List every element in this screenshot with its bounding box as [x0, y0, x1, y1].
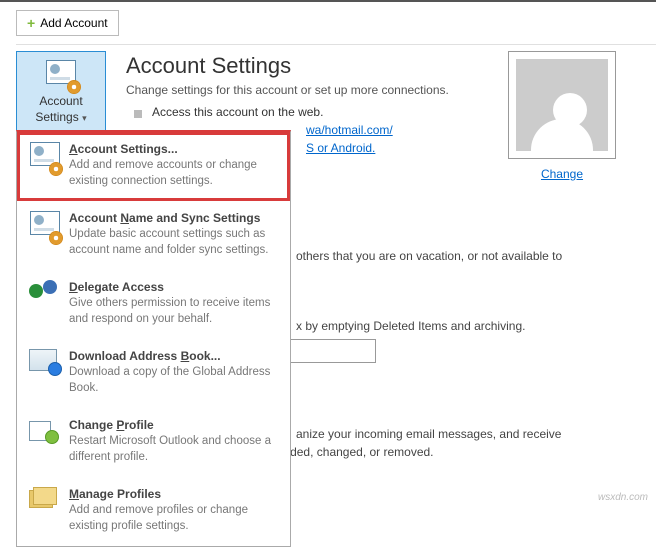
account-card-gear-icon [45, 60, 77, 90]
add-account-label: Add Account [40, 16, 107, 30]
menu-item-desc: Add and remove accounts or change existi… [69, 158, 278, 189]
chevron-down-icon: ▾ [82, 113, 87, 123]
archive-text-fragment: x by emptying Deleted Items and archivin… [296, 319, 636, 333]
profile-refresh-icon [29, 418, 59, 448]
hotmail-link[interactable]: wa/hotmail.com/ [306, 123, 393, 137]
menu-item-change-profile[interactable]: Change Profile Restart Microsoft Outlook… [17, 408, 290, 477]
avatar-image [508, 51, 616, 159]
mobile-link[interactable]: S or Android. [306, 141, 375, 155]
menu-item-download-address-book[interactable]: Download Address Book... Download a copy… [17, 339, 290, 408]
account-card-gear-icon [29, 211, 59, 241]
menu-item-desc: Restart Microsoft Outlook and choose a d… [69, 434, 278, 465]
menu-item-desc: Add and remove profiles or change existi… [69, 503, 278, 534]
menu-item-name-sync[interactable]: Account Name and Sync Settings Update ba… [17, 201, 290, 270]
folders-icon [29, 487, 59, 517]
address-book-download-icon [29, 349, 59, 379]
menu-item-desc: Update basic account settings such as ac… [69, 227, 278, 258]
menu-item-account-settings[interactable]: Account Settings... Add and remove accou… [17, 132, 290, 201]
menu-item-delegate-access[interactable]: Delegate Access Give others permission t… [17, 270, 290, 339]
vacation-text-fragment: others that you are on vacation, or not … [296, 249, 636, 263]
account-card-gear-icon [29, 142, 59, 172]
menu-item-desc: Give others permission to receive items … [69, 296, 278, 327]
account-settings-ribbon-button[interactable]: Account Settings ▾ [16, 51, 106, 132]
bullet-text-1: Access this account on the web. [152, 105, 323, 119]
people-icon [29, 280, 59, 310]
account-settings-dropdown: Account Settings... Add and remove accou… [16, 130, 291, 547]
plus-icon: + [27, 15, 35, 31]
menu-item-manage-profiles[interactable]: Manage Profiles Add and remove profiles … [17, 477, 290, 546]
watermark: wsxdn.com [598, 492, 648, 503]
rss-text-line1: anize your incoming email messages, and … [296, 427, 636, 441]
ribbon-label-line1: Account [21, 94, 101, 110]
add-account-button[interactable]: + Add Account [16, 10, 119, 36]
change-avatar-link[interactable]: Change [541, 167, 583, 181]
menu-item-desc: Download a copy of the Global Address Bo… [69, 365, 278, 396]
ribbon-label-line2: Settings [35, 110, 78, 124]
bullet-icon [134, 110, 142, 118]
